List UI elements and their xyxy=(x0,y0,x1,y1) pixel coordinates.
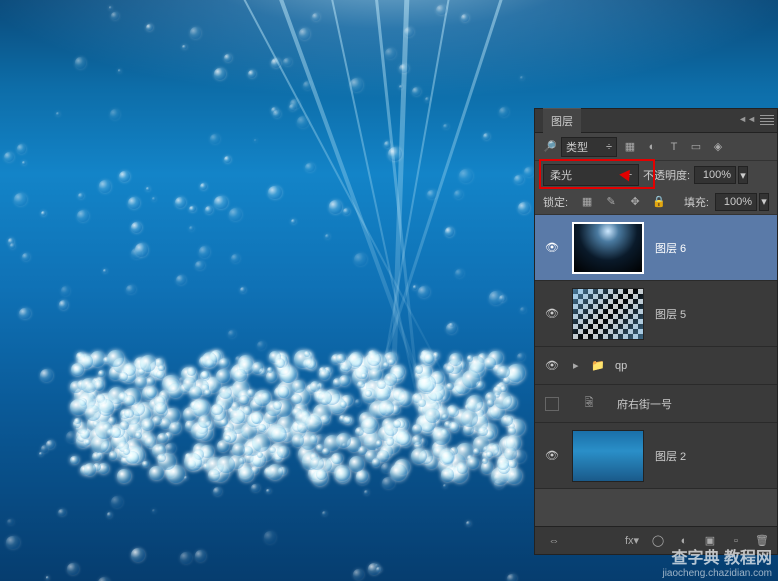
lock-all-icon[interactable]: 🔒 xyxy=(650,193,668,211)
lock-label: 锁定: xyxy=(543,194,568,210)
visibility-eye-icon[interactable]: 👁 xyxy=(545,241,559,254)
filter-shape-icon[interactable]: ▭ xyxy=(687,138,705,156)
bubble-text-artwork xyxy=(70,350,520,490)
watermark: 查字典 教程网 jiaocheng.chazidian.com xyxy=(662,544,772,579)
folder-icon: 📁 xyxy=(589,357,607,375)
layers-panel: 图层 🔎 类型 ÷ ▦ ◐ T ▭ ◈ 柔光 ÷ 不透明度: 100% ▾ 锁定… xyxy=(534,108,778,555)
filter-pixel-icon[interactable]: ▦ xyxy=(621,138,639,156)
lock-transparency-icon[interactable]: ▦ xyxy=(578,193,596,211)
link-layers-icon[interactable]: ⇔ xyxy=(547,532,561,550)
filter-type-select[interactable]: 类型 ÷ xyxy=(561,137,617,157)
layer-fx-icon[interactable]: fx▾ xyxy=(623,532,641,550)
layer-row-text[interactable]: 🗟 府右街一号 xyxy=(535,385,777,423)
layers-tab[interactable]: 图层 xyxy=(543,108,581,133)
layer-thumbnail[interactable] xyxy=(572,288,644,340)
visibility-eye-icon[interactable]: 👁 xyxy=(545,307,559,320)
layer-name-label[interactable]: 图层 2 xyxy=(647,448,777,464)
layer-row-group[interactable]: 👁 ▸ 📁 qp xyxy=(535,347,777,385)
layer-row[interactable]: 👁 图层 6 xyxy=(535,215,777,281)
fill-label: 填充: xyxy=(684,194,709,210)
visibility-off-icon[interactable] xyxy=(545,397,559,411)
layers-list: 👁 图层 6 👁 图层 5 👁 ▸ 📁 qp 🗟 府右街一号 👁 图层 2 xyxy=(535,215,777,489)
panel-collapse-icon[interactable]: ◄◄ xyxy=(738,114,756,124)
layer-row[interactable]: 👁 图层 5 xyxy=(535,281,777,347)
lock-move-icon[interactable]: ✥ xyxy=(626,193,644,211)
layer-row[interactable]: 👁 图层 2 xyxy=(535,423,777,489)
filter-text-icon[interactable]: T xyxy=(665,138,683,156)
filter-smart-icon[interactable]: ◈ xyxy=(709,138,727,156)
layer-name-label[interactable]: qp xyxy=(607,360,777,372)
opacity-input[interactable]: 100% xyxy=(694,166,736,184)
panel-menu-icon[interactable] xyxy=(760,114,774,126)
fill-input[interactable]: 100% xyxy=(715,193,757,211)
lock-fill-row: 锁定: ▦ ✎ ✥ 🔒 填充: 100% ▾ xyxy=(535,189,777,215)
opacity-label: 不透明度: xyxy=(643,167,690,183)
opacity-stepper[interactable]: ▾ xyxy=(738,166,748,184)
layer-thumbnail[interactable] xyxy=(572,222,644,274)
lock-paint-icon[interactable]: ✎ xyxy=(602,193,620,211)
group-disclosure-icon[interactable]: ▸ xyxy=(573,359,585,372)
fill-stepper[interactable]: ▾ xyxy=(759,193,769,211)
layer-name-label[interactable]: 府右街一号 xyxy=(609,396,777,412)
layer-name-label[interactable]: 图层 5 xyxy=(647,306,777,322)
filter-row: 🔎 类型 ÷ ▦ ◐ T ▭ ◈ xyxy=(535,133,777,161)
search-filter-icon[interactable]: 🔎 xyxy=(543,140,557,154)
visibility-eye-icon[interactable]: 👁 xyxy=(545,359,559,372)
visibility-eye-icon[interactable]: 👁 xyxy=(545,449,559,462)
text-layer-icon: 🗟 xyxy=(579,394,599,414)
layer-name-label[interactable]: 图层 6 xyxy=(647,240,777,256)
layer-thumbnail[interactable] xyxy=(572,430,644,482)
blend-opacity-row: 柔光 ÷ 不透明度: 100% ▾ xyxy=(535,161,777,189)
filter-adjust-icon[interactable]: ◐ xyxy=(643,138,661,156)
